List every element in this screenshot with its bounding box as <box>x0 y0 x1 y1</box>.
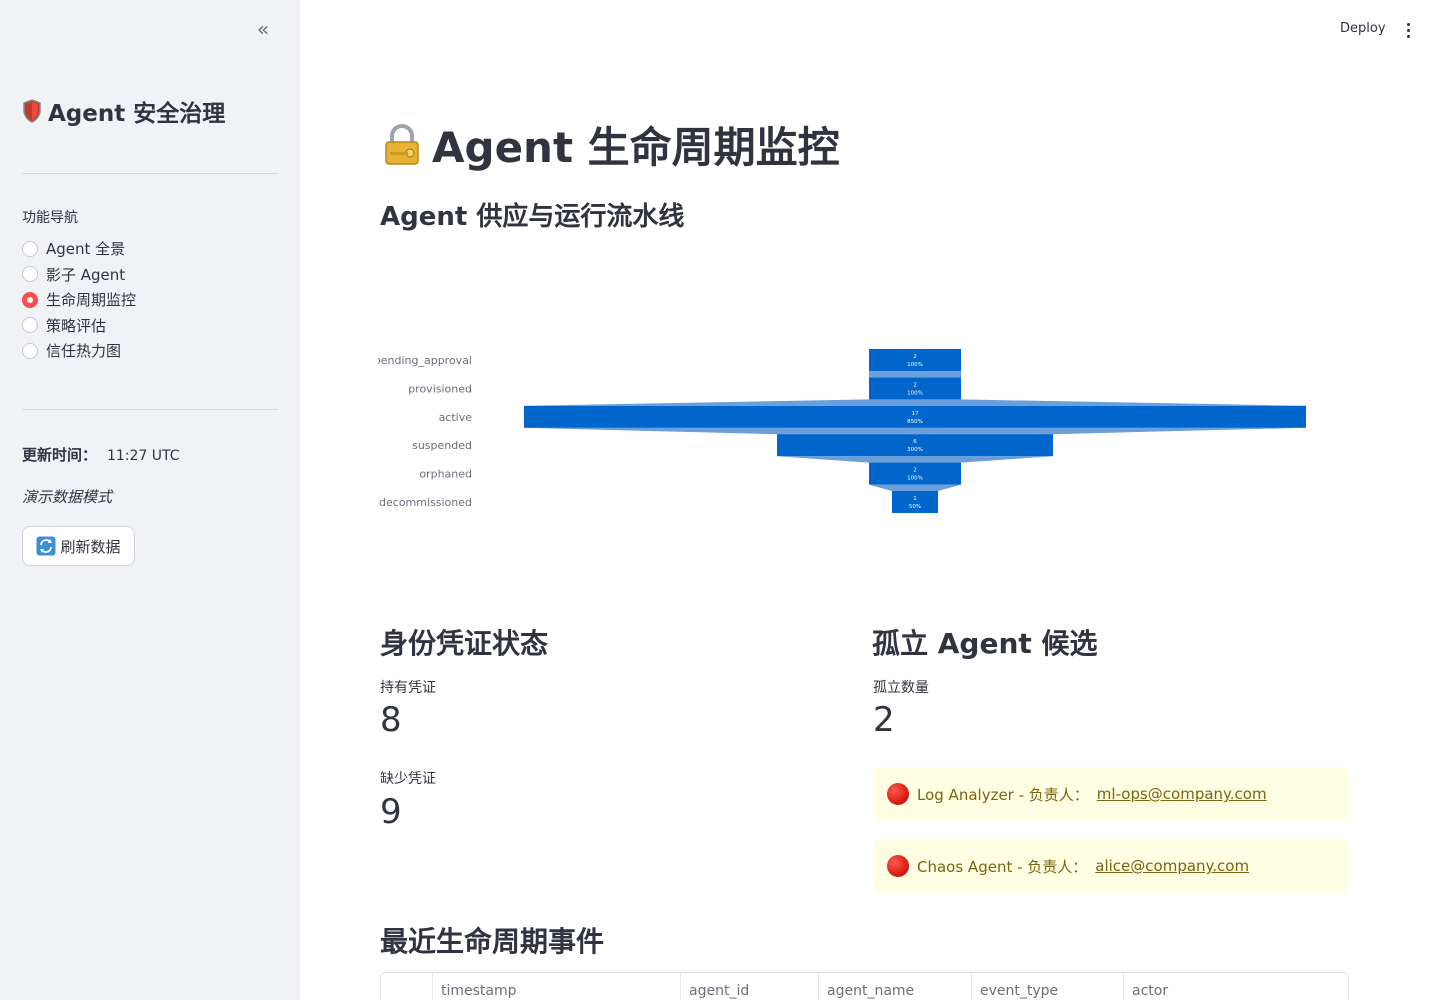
radio-icon[interactable] <box>22 240 38 257</box>
has-credential-label: 持有凭证 <box>380 680 436 696</box>
update-time-value: 11:27 UTC <box>107 448 180 464</box>
red-circle-icon <box>887 855 909 877</box>
radio-selected-icon[interactable] <box>22 291 38 308</box>
nav-item-policy-eval[interactable]: 策略评估 <box>22 313 136 339</box>
deploy-button[interactable]: Deploy <box>1332 19 1394 38</box>
table-header-index[interactable] <box>381 973 433 1000</box>
funnel-connector <box>524 399 1306 406</box>
nav-item-label: 生命周期监控 <box>46 291 137 310</box>
nav-label: 功能导航 <box>22 210 78 226</box>
radio-icon[interactable] <box>22 317 38 334</box>
funnel-percent-label: 300% <box>907 447 923 453</box>
orphan-alert: Chaos Agent - 负责人： alice@company.com <box>873 839 1349 893</box>
nav-item-shadow-agent[interactable]: 影子 Agent <box>22 262 136 288</box>
funnel-value-label: 6 <box>913 439 917 445</box>
funnel-connector <box>777 456 1053 463</box>
funnel-connector <box>524 427 1306 435</box>
pipeline-heading: Agent 供应与运行流水线 <box>380 202 685 232</box>
nav-item-label: 信任热力图 <box>46 342 122 361</box>
funnel-stage-label: active <box>439 411 473 424</box>
shield-icon <box>23 99 41 123</box>
lock-key-icon <box>385 123 419 165</box>
nav-item-lifecycle-monitor[interactable]: 生命周期监控 <box>22 287 136 313</box>
sidebar-title: Agent 安全治理 <box>22 94 225 128</box>
funnel-percent-label: 50% <box>909 504 921 510</box>
refresh-button-label: 刷新数据 <box>60 537 121 556</box>
sidebar-title-text: Agent 安全治理 <box>48 101 226 127</box>
lifecycle-funnel-chart[interactable]: pending_approval 2 100% provisioned 2 100% act… <box>378 340 1338 520</box>
events-table[interactable]: timestamp agent_id agent_name event_type… <box>380 972 1349 1000</box>
owner-email-link[interactable]: alice@company.com <box>1095 857 1249 875</box>
funnel-connector <box>869 371 961 378</box>
funnel-percent-label: 100% <box>907 362 923 368</box>
funnel-stage-label: suspended <box>412 439 472 452</box>
orphan-alert: Log Analyzer - 负责人： ml-ops@company.com <box>873 767 1349 821</box>
missing-credential-label: 缺少凭证 <box>380 771 436 787</box>
page-title-text: Agent 生命周期监控 <box>432 123 840 172</box>
table-header-agent-name[interactable]: agent_name <box>819 973 972 1000</box>
nav-radio-group: Agent 全景 影子 Agent 生命周期监控 策略评估 信任热力图 <box>22 236 136 364</box>
refresh-icon <box>36 536 56 556</box>
update-time-row: 更新时间： 11:27 UTC <box>22 444 180 465</box>
divider <box>22 173 278 174</box>
radio-icon[interactable] <box>22 266 38 283</box>
table-header-actor[interactable]: actor <box>1124 973 1348 1000</box>
radio-icon[interactable] <box>22 342 38 359</box>
table-header-timestamp[interactable]: timestamp <box>433 973 681 1000</box>
nav-item-label: 策略评估 <box>46 316 107 335</box>
has-credential-value: 8 <box>380 700 402 740</box>
funnel-stage-label: pending_approval <box>378 354 472 367</box>
orphan-count-label: 孤立数量 <box>873 680 929 696</box>
main-menu-icon[interactable] <box>1398 18 1418 42</box>
divider <box>22 409 278 410</box>
red-circle-icon <box>887 783 909 805</box>
orphan-alert-text: Log Analyzer - 负责人： <box>917 785 1089 804</box>
funnel-percent-label: 100% <box>907 390 923 396</box>
update-time-label: 更新时间： <box>22 446 98 464</box>
nav-item-trust-heatmap[interactable]: 信任热力图 <box>22 338 136 364</box>
funnel-value-label: 2 <box>913 382 917 388</box>
funnel-value-label: 1 <box>913 496 917 502</box>
funnel-stage-label: provisioned <box>408 382 472 395</box>
table-header-agent-id[interactable]: agent_id <box>681 973 819 1000</box>
sidebar: « Agent 安全治理 功能导航 Agent 全景 影子 Agent 生命周期… <box>0 0 300 1000</box>
collapse-sidebar-icon[interactable]: « <box>250 18 276 42</box>
page-title: Agent 生命周期监控 <box>380 114 840 175</box>
funnel-connector <box>869 484 961 491</box>
funnel-stage-label: decommissioned <box>379 496 472 509</box>
funnel-value-label: 2 <box>913 354 917 360</box>
demo-mode-text: 演示数据模式 <box>22 488 113 506</box>
nav-item-label: 影子 Agent <box>46 265 126 284</box>
owner-email-link[interactable]: ml-ops@company.com <box>1097 785 1267 803</box>
orphan-alert-text: Chaos Agent - 负责人： <box>917 857 1088 876</box>
funnel-value-label: 17 <box>912 411 919 417</box>
table-header-event-type[interactable]: event_type <box>972 973 1124 1000</box>
funnel-percent-label: 850% <box>907 419 923 425</box>
refresh-data-button[interactable]: 刷新数据 <box>22 526 135 566</box>
funnel-stage-label: orphaned <box>419 468 472 481</box>
credentials-heading: 身份凭证状态 <box>380 627 549 660</box>
orphan-count-value: 2 <box>873 700 895 740</box>
funnel-value-label: 2 <box>913 468 917 474</box>
nav-item-label: Agent 全景 <box>46 240 126 259</box>
events-heading: 最近生命周期事件 <box>380 925 605 958</box>
orphan-heading: 孤立 Agent 候选 <box>872 627 1098 660</box>
funnel-percent-label: 100% <box>907 476 923 482</box>
nav-item-agent-overview[interactable]: Agent 全景 <box>22 236 136 262</box>
missing-credential-value: 9 <box>380 792 402 832</box>
